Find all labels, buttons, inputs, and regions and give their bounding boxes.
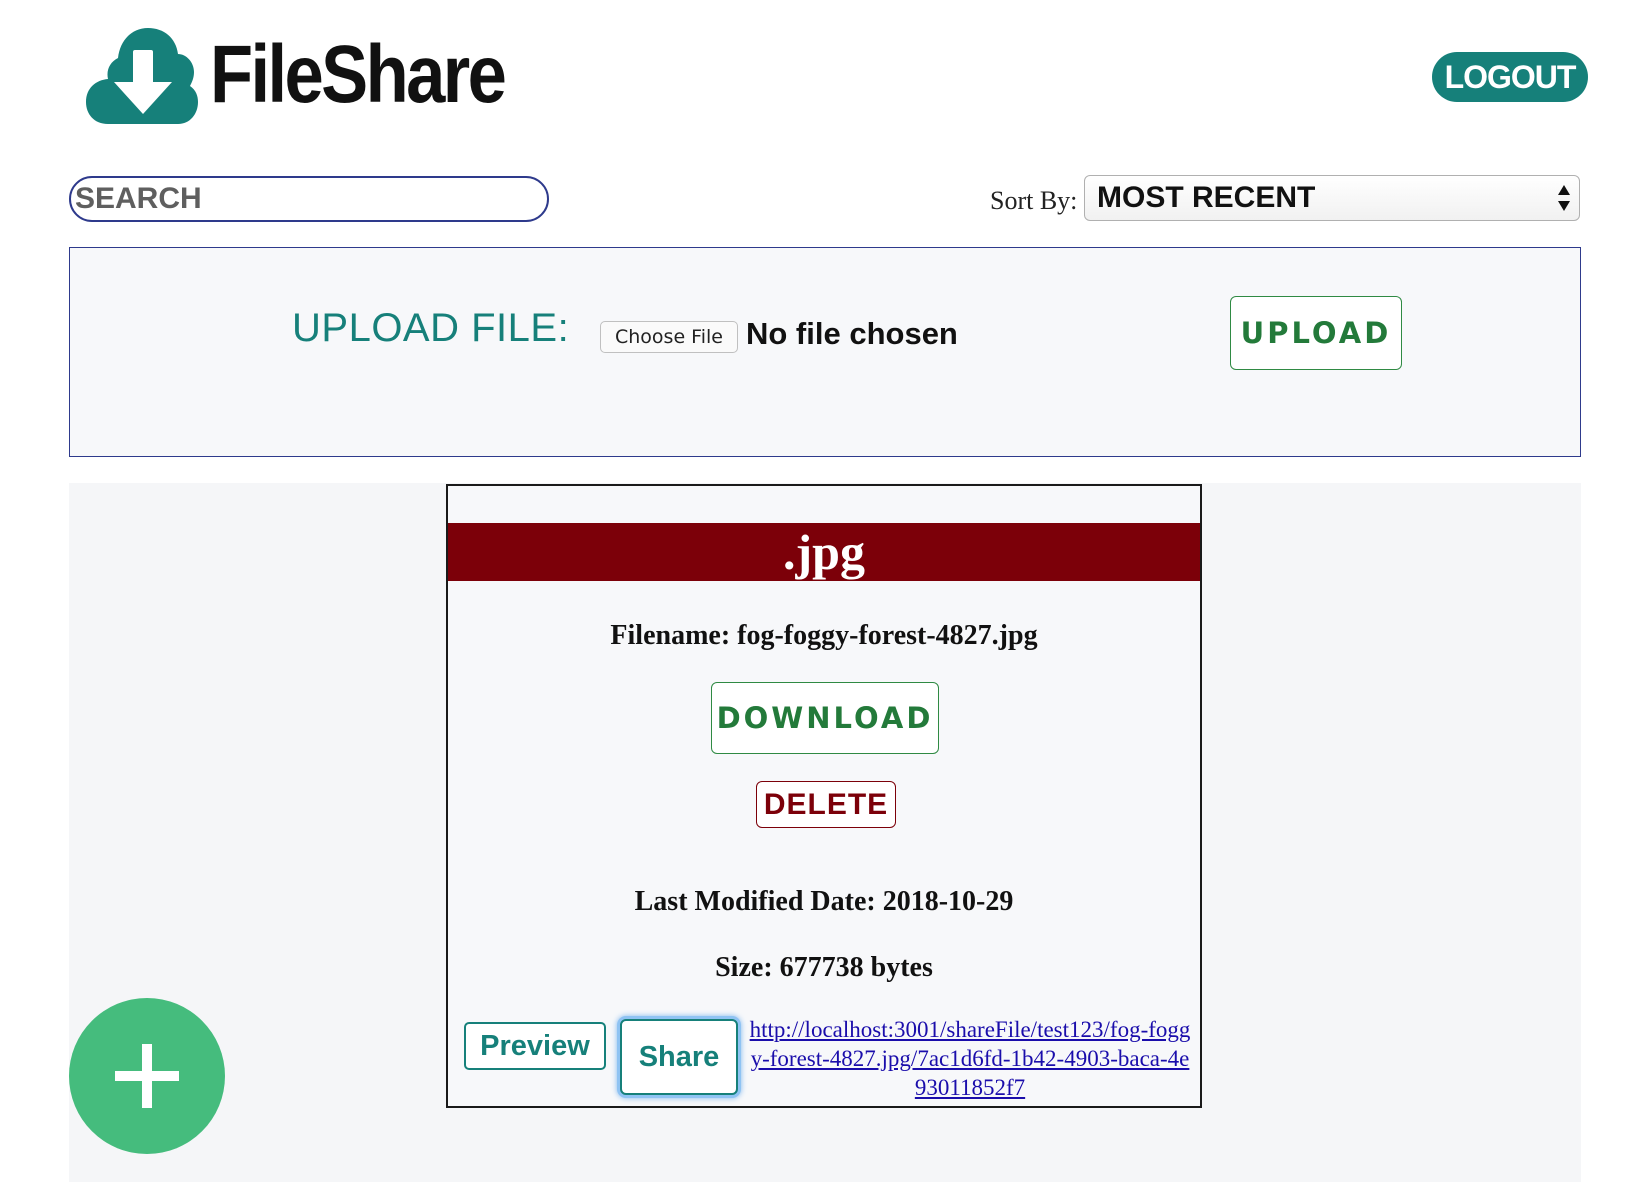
choose-file-button[interactable]: Choose File [600,321,738,353]
file-extension-header: .jpg [448,523,1200,581]
select-arrows-icon [1558,185,1570,211]
file-size: Size: 677738 bytes [715,952,933,983]
files-area: .jpg Filename: fog-foggy-forest-4827.jpg… [69,483,1581,1182]
app-title: FileShare [210,29,507,120]
plus-icon [115,1044,179,1108]
delete-button[interactable]: DELETE [756,781,896,828]
search-input[interactable] [69,176,549,222]
file-name: Filename: fog-foggy-forest-4827.jpg [610,620,1038,651]
sort-select[interactable]: MOST RECENT [1084,175,1580,221]
file-card: .jpg Filename: fog-foggy-forest-4827.jpg… [446,484,1202,1108]
sort-selected-value: MOST RECENT [1097,181,1316,214]
logout-button[interactable]: LOGOUT [1432,52,1588,102]
share-button[interactable]: Share [620,1019,738,1095]
file-extension: .jpg [783,524,865,580]
sort-label: Sort By: [990,186,1078,215]
download-button[interactable]: DOWNLOAD [711,682,939,754]
upload-file-label: UPLOAD FILE: [292,306,570,350]
preview-button[interactable]: Preview [464,1022,606,1070]
upload-button[interactable]: UPLOAD [1230,296,1402,370]
last-modified-date: Last Modified Date: 2018-10-29 [634,886,1014,917]
cloud-download-icon [86,28,198,124]
no-file-chosen-text: No file chosen [746,316,958,351]
upload-panel: UPLOAD FILE: Choose File No file chosen … [69,247,1581,457]
app-logo: FileShare [86,24,552,126]
add-file-button[interactable] [69,998,225,1154]
share-link[interactable]: http://localhost:3001/shareFile/test123/… [746,1015,1194,1102]
